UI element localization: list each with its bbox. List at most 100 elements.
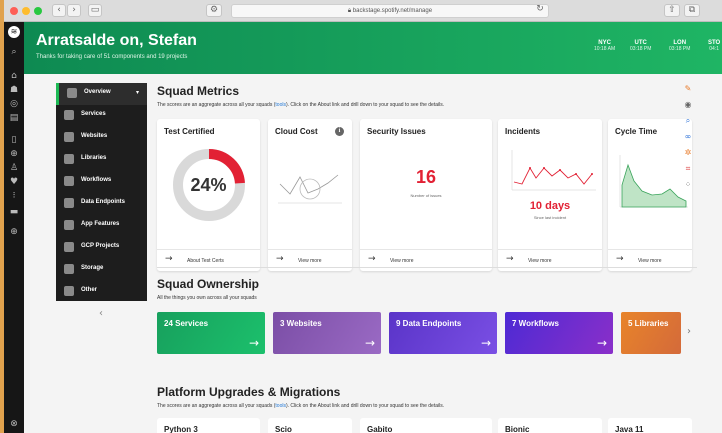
tile-workflows[interactable]: 7 Workflows → <box>505 312 613 354</box>
metric-card-cloud-cost: Cloud Cost i → View more <box>268 119 352 271</box>
home-icon[interactable]: ⌂ <box>8 70 20 82</box>
sidebar-toggle-icon[interactable]: ▭ <box>88 4 102 17</box>
address-bar[interactable]: 🔒︎ backstage.spotify.net/manage <box>231 4 549 18</box>
menu-item-services[interactable]: Services <box>56 105 147 127</box>
chevron-down-icon: ▾ <box>135 89 139 96</box>
upgrade-card-bionic[interactable]: Bionic <box>498 418 602 433</box>
upgrade-card-scio[interactable]: Scio <box>268 418 352 433</box>
upgrades-subtitle: The scores are an aggregate across all y… <box>157 403 445 409</box>
clock-sto: STO 04:1 <box>708 40 721 52</box>
clock-nyc: NYC 10:18 AM <box>594 40 616 52</box>
search-icon[interactable]: ⌕ <box>8 46 20 58</box>
arrow-right-icon: → <box>616 254 624 264</box>
document-icon[interactable]: ▯ <box>8 134 20 146</box>
card-title: Cycle Time <box>615 127 658 136</box>
zoom-window-button[interactable] <box>34 7 42 15</box>
spotify-icon[interactable]: ◉ <box>683 100 693 110</box>
globe-icon[interactable]: ⊕ <box>8 148 20 160</box>
page-header: Arratsalde on, Stefan Thanks for taking … <box>24 22 722 74</box>
docs-icon[interactable]: ▤ <box>8 112 20 124</box>
settings-icon[interactable]: ✲ <box>683 148 693 158</box>
minimize-window-button[interactable] <box>22 7 30 15</box>
clock-lon: LON 03:18 PM <box>669 40 691 52</box>
page-subtitle: Thanks for taking care of 51 components … <box>36 54 188 60</box>
cycle-time-area-chart <box>619 155 688 208</box>
folder-icon[interactable]: ▬ <box>8 206 20 218</box>
upgrade-card-java11[interactable]: Java 11 <box>608 418 692 433</box>
user-icon[interactable]: ♙ <box>8 162 20 174</box>
test-certified-value: 24% <box>190 175 227 195</box>
grid-icon[interactable]: ⁝ <box>8 190 20 202</box>
add-icon[interactable]: ⊕ <box>8 226 20 238</box>
apps-icon[interactable]: ⁘ <box>683 180 693 190</box>
gcp-projects-icon <box>64 242 74 252</box>
menu-item-data-endpoints[interactable]: Data Endpoints <box>56 193 147 215</box>
info-icon[interactable]: i <box>335 127 344 136</box>
pencil-icon[interactable]: ✎ <box>683 84 693 94</box>
close-window-button[interactable] <box>10 7 18 15</box>
websites-icon <box>64 132 74 142</box>
tile-data-endpoints[interactable]: 9 Data Endpoints → <box>389 312 497 354</box>
tile-services[interactable]: 24 Services → <box>157 312 265 354</box>
menu-item-workflows[interactable]: Workflows <box>56 171 147 193</box>
arrow-right-icon: → <box>276 254 284 264</box>
puzzle-icon[interactable]: ⌗ <box>683 164 693 174</box>
menu-item-websites[interactable]: Websites <box>56 127 147 149</box>
metrics-title: Squad Metrics <box>157 84 240 98</box>
clock-utc: UTC 03:18 PM <box>630 40 652 52</box>
share-icon[interactable]: ⇧ <box>664 4 680 17</box>
collapse-menu-button[interactable]: ‹ <box>99 308 103 319</box>
metric-card-security-issues: Security Issues 16 Number of issues → Vie… <box>360 119 492 271</box>
menu-item-overview[interactable]: Overview ▾ <box>56 83 147 105</box>
tabs-icon[interactable]: ⧉ <box>684 4 700 17</box>
url-text: backstage.spotify.net/manage <box>352 8 433 14</box>
menu-item-other[interactable]: Other <box>56 281 147 303</box>
arrow-right-icon: → <box>368 254 376 264</box>
spotify-logo-icon[interactable]: ≋ <box>8 26 20 38</box>
upgrades-title: Platform Upgrades & Migrations <box>157 385 341 399</box>
other-icon <box>64 286 74 296</box>
card-title: Security Issues <box>367 127 426 136</box>
card-title: Test Certified <box>164 127 215 136</box>
menu-item-gcp-projects[interactable]: GCP Projects <box>56 237 147 259</box>
help-icon[interactable]: ⊗ <box>8 418 20 430</box>
reload-icon[interactable]: ↻ <box>534 4 546 17</box>
icon-rail: ≋ ⌕ ⌂ ☗ ◎ ▤ ▯ ⊕ ♙ ♥ ⁝ ▬ ⊕ ⊗ <box>4 22 24 433</box>
tile-websites[interactable]: 3 Websites → <box>273 312 381 354</box>
arrow-right-icon: → <box>248 336 259 350</box>
back-button[interactable]: ‹ <box>52 4 66 17</box>
section-menu: Overview ▾ Services Websites Libraries Wo… <box>56 83 147 301</box>
tools-link[interactable]: tools <box>275 102 286 108</box>
browser-window: ‹ › ▭ ⚙ 🔒︎ backstage.spotify.net/manage … <box>4 0 722 433</box>
card-title: Incidents <box>505 127 541 136</box>
arrow-right-icon: → <box>165 254 173 264</box>
tile-libraries[interactable]: 5 Libraries <box>621 312 681 354</box>
card-title: Cloud Cost <box>275 127 318 136</box>
menu-item-storage[interactable]: Storage <box>56 259 147 281</box>
app-features-icon <box>64 220 74 230</box>
ownership-subtitle: All the things you own across all your s… <box>157 295 257 301</box>
people-icon[interactable]: ☗ <box>8 84 20 96</box>
data-endpoints-icon <box>64 198 74 208</box>
forward-button[interactable]: › <box>67 4 81 17</box>
workflows-icon <box>64 176 74 186</box>
heart-icon[interactable]: ♥ <box>8 176 20 188</box>
storage-icon <box>64 264 74 274</box>
overview-icon <box>67 88 77 98</box>
page-title: Arratsalde on, Stefan <box>36 32 197 49</box>
upgrade-card-gabito[interactable]: Gabito <box>360 418 492 433</box>
menu-item-app-features[interactable]: App Features <box>56 215 147 237</box>
arrow-right-icon: → <box>480 336 491 350</box>
libraries-icon <box>64 154 74 164</box>
search-icon[interactable]: ⌕ <box>683 116 693 126</box>
explore-icon[interactable]: ◎ <box>8 98 20 110</box>
upgrade-card-python3[interactable]: Python 3 <box>157 418 260 433</box>
ownership-title: Squad Ownership <box>157 277 260 291</box>
menu-item-libraries[interactable]: Libraries <box>56 149 147 171</box>
tools-link[interactable]: tools <box>275 403 286 409</box>
carousel-next-icon[interactable]: › <box>687 326 691 337</box>
link-icon[interactable]: ∞ <box>683 132 693 142</box>
services-icon <box>64 110 74 120</box>
settings-icon[interactable]: ⚙ <box>206 4 222 17</box>
arrow-right-icon: → <box>364 336 375 350</box>
